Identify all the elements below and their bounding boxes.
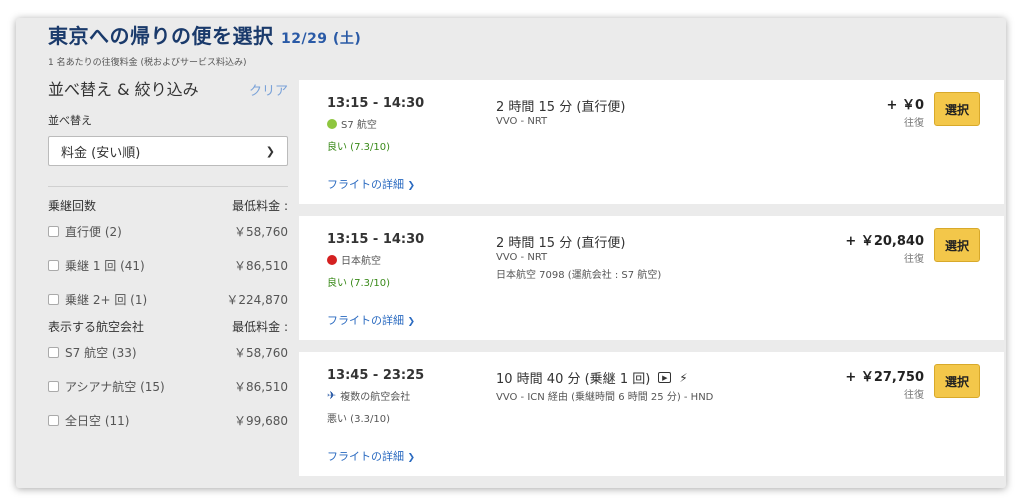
flight-rating: 良い (7.3/10): [327, 142, 390, 153]
flight-card[interactable]: 13:15 - 14:30 日本航空 良い (7.3/10) フライトの詳細 ❯…: [299, 216, 1004, 340]
flight-list: 13:15 - 14:30 S7 航空 良い (7.3/10) フライトの詳細 …: [299, 80, 1004, 488]
filter-price: ￥99,680: [234, 413, 288, 428]
flight-price: + ￥0: [886, 98, 924, 113]
checkbox[interactable]: [48, 346, 59, 358]
filter-label: 乗継 2+ 回 (1): [65, 292, 148, 307]
chevron-down-icon: ❯: [407, 181, 416, 191]
title-text: 東京への帰りの便を選択: [48, 24, 274, 48]
filter-label: 乗継 1 回 (41): [65, 258, 145, 273]
sidebar-title: 並べ替え & 絞り込み: [48, 80, 199, 99]
flight-price: + ￥20,840: [845, 234, 924, 249]
flight-time: 13:15 - 14:30: [327, 232, 425, 247]
flight-duration: 10 時間 40 分 (乗継 1 回) ▶ ⚡: [496, 368, 688, 388]
price-note: 1 名あたりの往復料金 (税およびサービス料込み): [48, 58, 247, 68]
filter-stops-two-plus[interactable]: 乗継 2+ 回 (1) ￥224,870: [48, 282, 288, 316]
clear-filters-link[interactable]: クリア: [249, 80, 288, 99]
filter-price: ￥86,510: [234, 258, 288, 273]
flight-rating: 良い (7.3/10): [327, 278, 390, 289]
flight-duration: 2 時間 15 分 (直行便): [496, 100, 626, 115]
flight-details-link[interactable]: フライトの詳細 ❯: [327, 312, 415, 328]
filter-label: 全日空 (11): [65, 413, 130, 428]
multiple-airlines-icon: ✈: [327, 389, 337, 402]
flight-time: 13:15 - 14:30: [327, 96, 425, 111]
round-trip-label: 往復: [904, 390, 924, 401]
stops-heading: 乗継回数: [48, 199, 97, 213]
flight-time: 13:45 - 23:25: [327, 368, 425, 383]
round-trip-label: 往復: [904, 118, 924, 129]
airline-name: 複数の航空会社: [340, 392, 411, 403]
sort-select[interactable]: 料金 (安い順) ❯: [48, 136, 288, 166]
select-button[interactable]: 選択: [934, 364, 980, 398]
select-button[interactable]: 選択: [934, 228, 980, 262]
checkbox[interactable]: [48, 414, 59, 426]
filter-airline-ana[interactable]: 全日空 (11) ￥99,680: [48, 403, 288, 437]
filter-price: ￥58,760: [234, 224, 288, 239]
flight-duration: 2 時間 15 分 (直行便): [496, 236, 626, 251]
divider: [48, 186, 288, 187]
airline: ✈ 複数の航空会社: [327, 388, 410, 403]
airlines-heading: 表示する航空会社: [48, 320, 145, 334]
filter-label: アシアナ航空 (15): [65, 379, 165, 394]
checkbox[interactable]: [48, 380, 59, 392]
filter-price: ￥224,870: [226, 292, 288, 307]
filter-price: ￥58,760: [234, 345, 288, 360]
airlines-price-heading: 最低料金 :: [232, 320, 288, 334]
chevron-down-icon: ❯: [407, 317, 416, 327]
chevron-down-icon: ❯: [407, 453, 416, 463]
flight-rating: 悪い (3.3/10): [327, 414, 390, 425]
codeshare-info: 日本航空 7098 (運航会社 : S7 航空): [496, 270, 662, 281]
jal-logo-icon: [327, 254, 337, 265]
details-label: フライトの詳細: [327, 450, 404, 463]
filter-airline-asiana[interactable]: アシアナ航空 (15) ￥86,510: [48, 369, 288, 403]
airlines-section-header: 表示する航空会社 最低料金 :: [48, 318, 288, 335]
sort-value: 料金 (安い順): [61, 145, 141, 161]
return-date: 12/29 (土): [280, 31, 362, 47]
flight-details-link[interactable]: フライトの詳細 ❯: [327, 448, 415, 464]
power-outlet-icon: ⚡: [679, 370, 688, 385]
duration-text: 10 時間 40 分 (乗継 1 回): [496, 372, 651, 387]
page-header: 東京への帰りの便を選択 12/29 (土) 1 名あたりの往復料金 (税およびサ…: [48, 20, 361, 68]
flight-results-panel: 東京への帰りの便を選択 12/29 (土) 1 名あたりの往復料金 (税およびサ…: [16, 18, 1006, 488]
video-play-icon: ▶: [658, 372, 672, 383]
airline: S7 航空: [327, 116, 377, 131]
flight-card[interactable]: 13:45 - 23:25 ✈ 複数の航空会社 悪い (3.3/10) フライト…: [299, 352, 1004, 476]
stops-section-header: 乗継回数 最低料金 :: [48, 197, 288, 214]
checkbox[interactable]: [48, 225, 59, 237]
page-title: 東京への帰りの便を選択 12/29 (土): [48, 20, 361, 49]
flight-price: + ￥27,750: [845, 370, 924, 385]
airline-name: 日本航空: [341, 256, 381, 267]
filter-airline-s7[interactable]: S7 航空 (33) ￥58,760: [48, 335, 288, 369]
flight-details-link[interactable]: フライトの詳細 ❯: [327, 176, 415, 192]
filter-stops-nonstop[interactable]: 直行便 (2) ￥58,760: [48, 214, 288, 248]
chevron-down-icon: ❯: [265, 144, 275, 158]
flight-route: VVO - NRT: [496, 252, 548, 263]
flight-card[interactable]: 13:15 - 14:30 S7 航空 良い (7.3/10) フライトの詳細 …: [299, 80, 1004, 204]
sidebar-header: 並べ替え & 絞り込み クリア: [48, 76, 288, 100]
checkbox[interactable]: [48, 293, 59, 305]
filter-stops-one[interactable]: 乗継 1 回 (41) ￥86,510: [48, 248, 288, 282]
sort-label: 並べ替え: [48, 114, 92, 127]
filter-price: ￥86,510: [234, 379, 288, 394]
airline: 日本航空: [327, 252, 381, 267]
filter-label: S7 航空 (33): [65, 345, 137, 360]
filter-label: 直行便 (2): [65, 224, 122, 239]
flight-route: VVO - ICN 経由 (乗継時間 6 時間 25 分) - HND: [496, 392, 714, 403]
details-label: フライトの詳細: [327, 314, 404, 327]
stops-price-heading: 最低料金 :: [232, 199, 288, 213]
round-trip-label: 往復: [904, 254, 924, 265]
s7-logo-icon: [327, 118, 337, 129]
select-button[interactable]: 選択: [934, 92, 980, 126]
checkbox[interactable]: [48, 259, 59, 271]
details-label: フライトの詳細: [327, 178, 404, 191]
filter-sidebar: 並べ替え & 絞り込み クリア 並べ替え 料金 (安い順) ❯ 乗継回数 最低料…: [48, 76, 288, 437]
airline-name: S7 航空: [341, 120, 377, 131]
flight-route: VVO - NRT: [496, 116, 548, 127]
